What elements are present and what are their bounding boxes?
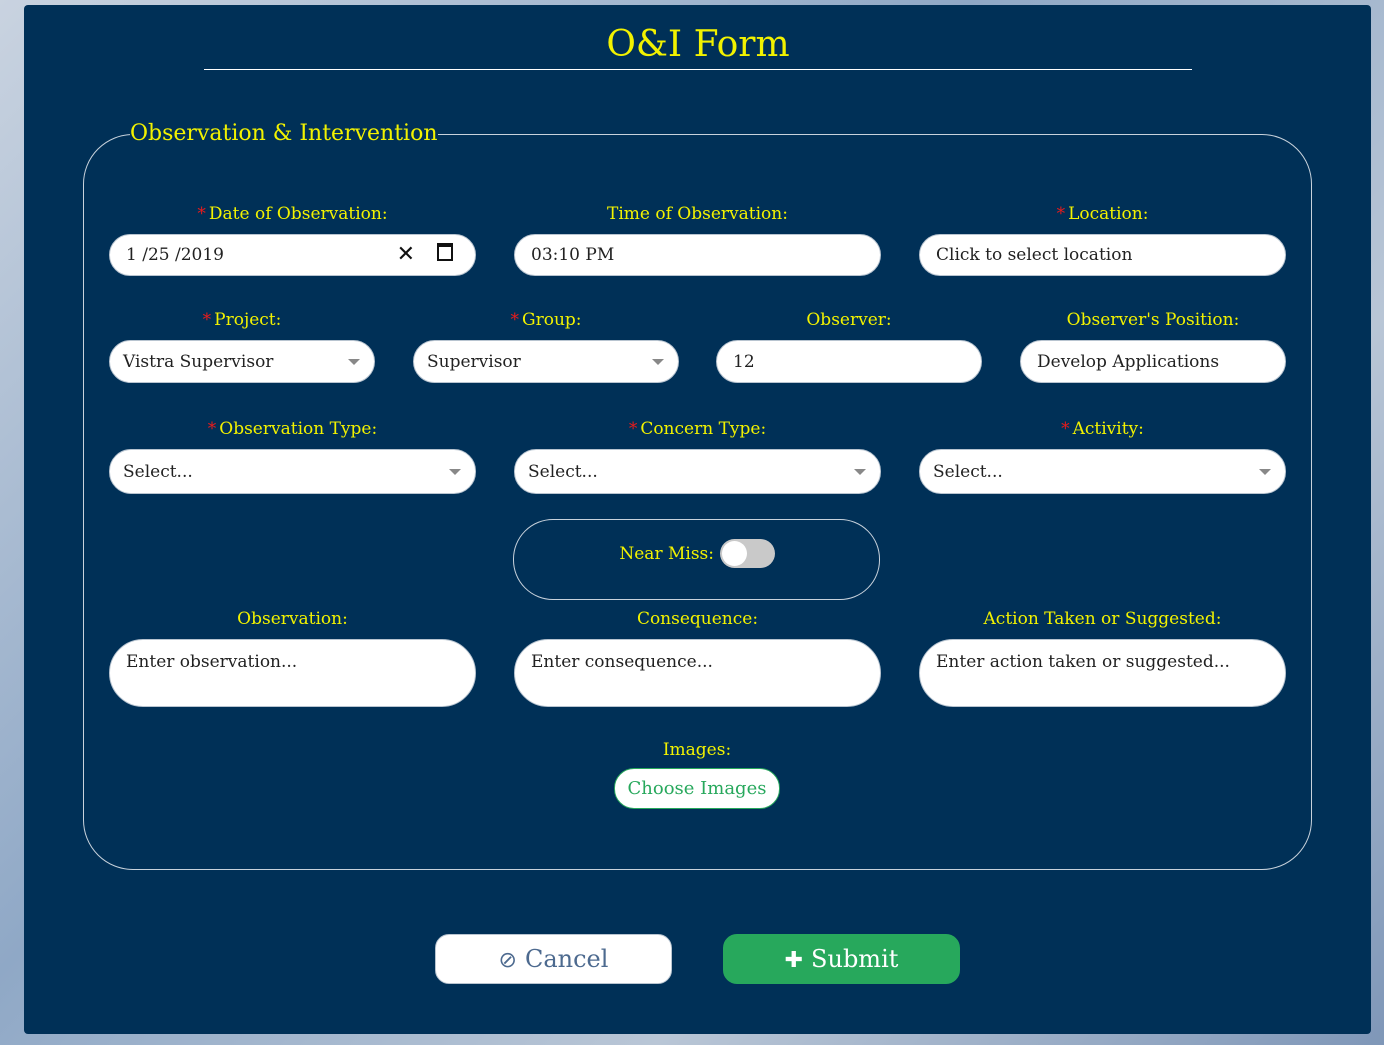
location-placeholder: Click to select location — [936, 245, 1133, 265]
date-label-text: Date of Observation: — [208, 204, 388, 224]
project-label: * Project: — [109, 309, 375, 331]
form-panel: O&I Form Observation & Intervention * Dat… — [24, 5, 1371, 1034]
chevron-down-icon — [1259, 468, 1271, 475]
time-value: 03:10 PM — [531, 245, 615, 265]
observation-type-label: * Observation Type: — [109, 418, 476, 440]
location-label-text: Location: — [1068, 204, 1149, 224]
ban-icon: ⊘ — [498, 948, 517, 973]
consequence-textarea[interactable]: Enter consequence... — [514, 639, 881, 707]
images-label: Images: — [662, 740, 732, 760]
required-marker: * — [197, 204, 206, 224]
concern-type-label-text: Concern Type: — [640, 419, 767, 439]
observation-textarea[interactable]: Enter observation... — [109, 639, 476, 707]
observer-label: Observer: — [806, 310, 892, 330]
calendar-icon[interactable] — [437, 243, 453, 261]
observer-value: 12 — [733, 351, 755, 372]
required-marker: * — [1056, 204, 1066, 224]
submit-label: Submit — [811, 945, 899, 973]
required-marker: * — [1061, 419, 1070, 439]
date-value: 1 /25 /2019 — [126, 245, 224, 265]
time-input[interactable]: 03:10 PM — [514, 234, 881, 276]
activity-label-text: Activity: — [1072, 419, 1144, 439]
time-label: Time of Observation: — [607, 204, 788, 224]
chevron-down-icon — [854, 468, 866, 475]
cancel-button[interactable]: ⊘ Cancel — [435, 934, 672, 984]
observation-type-label-text: Observation Type: — [219, 419, 378, 439]
observer-position-value: Develop Applications — [1037, 351, 1220, 372]
project-label-text: Project: — [214, 310, 282, 330]
observer-position-label: Observer's Position: — [1066, 310, 1240, 330]
observer-input[interactable]: 12 — [716, 340, 982, 383]
project-select[interactable]: Vistra Supervisor — [109, 340, 375, 383]
near-miss-label: Near Miss: — [619, 544, 714, 564]
submit-button[interactable]: ✚ Submit — [723, 934, 960, 984]
required-marker: * — [202, 310, 212, 330]
concern-type-label: * Concern Type: — [514, 418, 881, 440]
toggle-knob — [722, 541, 747, 566]
chevron-down-icon — [348, 358, 360, 365]
form-title: O&I Form — [204, 23, 1192, 70]
activity-select[interactable]: Select... — [919, 449, 1286, 494]
required-marker: * — [510, 310, 520, 330]
project-value: Vistra Supervisor — [123, 351, 274, 372]
action-label: Action Taken or Suggested: — [983, 609, 1222, 629]
group-select[interactable]: Supervisor — [413, 340, 679, 383]
chevron-down-icon — [449, 468, 461, 475]
cancel-label: Cancel — [524, 945, 609, 973]
group-value: Supervisor — [427, 351, 521, 372]
action-textarea[interactable]: Enter action taken or suggested... — [919, 639, 1286, 707]
concern-type-placeholder: Select... — [528, 461, 598, 482]
location-input[interactable]: Click to select location — [919, 234, 1286, 276]
group-label: * Group: — [413, 309, 679, 331]
observer-position-input[interactable]: Develop Applications — [1020, 340, 1286, 383]
observation-type-select[interactable]: Select... — [109, 449, 476, 494]
near-miss-toggle[interactable] — [720, 539, 775, 568]
observation-label: Observation: — [237, 609, 348, 629]
chevron-down-icon — [652, 358, 664, 365]
required-marker: * — [628, 419, 638, 439]
activity-label: * Activity: — [919, 418, 1286, 440]
consequence-label: Consequence: — [636, 609, 759, 629]
group-label-text: Group: — [522, 310, 582, 330]
choose-images-button[interactable]: Choose Images — [614, 768, 780, 809]
activity-placeholder: Select... — [933, 461, 1003, 482]
date-label: * Date of Observation: — [109, 203, 476, 225]
required-marker: * — [207, 419, 217, 439]
action-placeholder: Enter action taken or suggested... — [936, 652, 1230, 672]
location-label: * Location: — [919, 203, 1286, 225]
consequence-placeholder: Enter consequence... — [531, 652, 713, 672]
date-input[interactable]: 1 /25 /2019 ✕ — [109, 234, 476, 276]
plus-icon: ✚ — [784, 948, 804, 973]
observation-placeholder: Enter observation... — [126, 652, 298, 672]
observation-type-placeholder: Select... — [123, 461, 193, 482]
fieldset-legend: Observation & Intervention — [130, 121, 438, 146]
close-icon[interactable]: ✕ — [397, 243, 415, 267]
concern-type-select[interactable]: Select... — [514, 449, 881, 494]
